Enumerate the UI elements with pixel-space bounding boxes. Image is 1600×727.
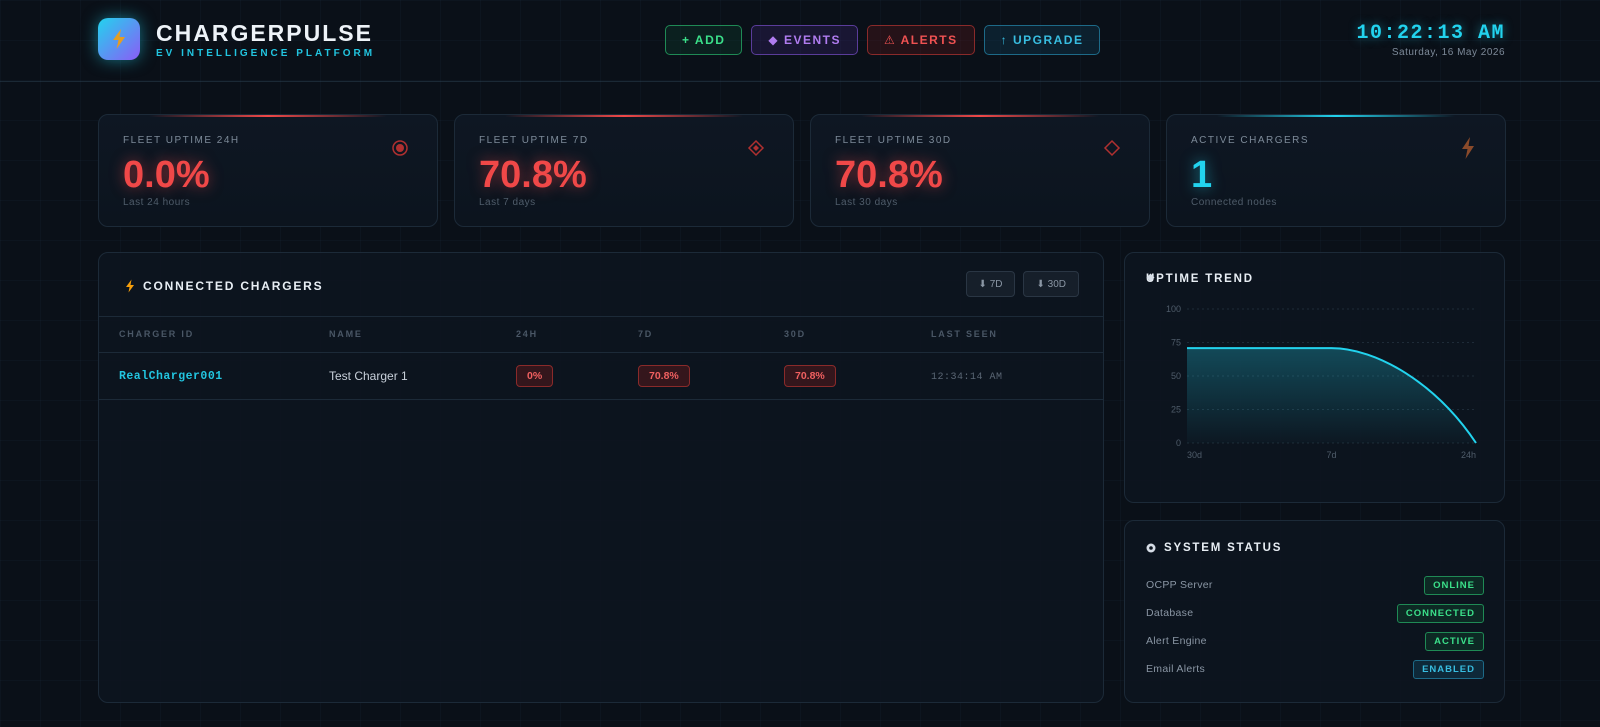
y-tick-label: 100: [1166, 304, 1181, 314]
top-nav: + ADD ◆ EVENTS ⚠ ALERTS ↑ UPGRADE: [665, 25, 1101, 55]
status-badge: ACTIVE: [1425, 631, 1484, 651]
status-row-alert-engine: Alert Engine ACTIVE: [1146, 627, 1484, 655]
uptime-trend-panel: UPTIME TREND 0 25 50 75 100 30d 7d 24h: [1124, 252, 1505, 503]
stat-sub: Last 24 hours: [123, 197, 191, 208]
stat-sub: Last 7 days: [479, 197, 536, 208]
diamond-outline-icon: [1101, 137, 1123, 159]
brand[interactable]: CHARGERPULSE EV INTELLIGENCE PLATFORM: [98, 18, 375, 60]
y-tick-label: 75: [1171, 338, 1181, 348]
column-header[interactable]: NAME: [329, 317, 516, 353]
clock-date: Saturday, 16 May 2026: [1391, 47, 1505, 58]
status-label: OCPP Server: [1146, 579, 1213, 591]
alerts-button[interactable]: ⚠ ALERTS: [866, 25, 975, 55]
lightning-bolt-icon: [1457, 137, 1479, 159]
events-button[interactable]: ◆ EVENTS: [751, 25, 858, 55]
stat-label: FLEET UPTIME 24H: [123, 135, 240, 146]
stat-card-uptime-30d: FLEET UPTIME 30D 70.8% Last 30 days: [810, 114, 1150, 227]
clock: 10:22:13 AM Saturday, 16 May 2026: [1356, 22, 1505, 58]
stat-value: 70.8%: [479, 154, 587, 196]
lightning-bolt-icon: [126, 279, 134, 293]
header: CHARGERPULSE EV INTELLIGENCE PLATFORM + …: [0, 0, 1600, 82]
export-7d-button[interactable]: ⬇ 7D: [965, 271, 1016, 297]
chargers-title: CONNECTED CHARGERS: [143, 279, 324, 293]
x-tick-label: 7d: [1326, 450, 1336, 460]
x-tick-label: 30d: [1187, 450, 1202, 460]
y-tick-label: 0: [1176, 438, 1181, 448]
status-label: Alert Engine: [1146, 635, 1207, 647]
column-header[interactable]: 30D: [784, 317, 931, 353]
y-tick-label: 25: [1171, 405, 1181, 415]
connected-chargers-panel: CONNECTED CHARGERS ⬇ 7D ⬇ 30D CHARGER ID…: [98, 252, 1104, 703]
status-badge: ONLINE: [1424, 575, 1484, 595]
table-header-row: CHARGER ID NAME 24H 7D 30D LAST SEEN: [99, 317, 1103, 353]
target-icon: [389, 137, 411, 159]
uptime-trend-chart: 0 25 50 75 100 30d 7d 24h: [1166, 304, 1477, 460]
x-tick-label: 24h: [1461, 450, 1476, 460]
system-status-panel: SYSTEM STATUS OCPP Server ONLINE Databas…: [1124, 520, 1505, 703]
status-row-email-alerts: Email Alerts ENABLED: [1146, 655, 1484, 683]
stat-value: 70.8%: [835, 154, 943, 196]
diamond-dot-icon: [745, 137, 767, 159]
uptime-7d-badge: 70.8%: [638, 364, 690, 387]
column-header[interactable]: LAST SEEN: [931, 317, 1103, 353]
status-badge: ENABLED: [1413, 659, 1484, 679]
stat-card-uptime-7d: FLEET UPTIME 7D 70.8% Last 7 days: [454, 114, 794, 227]
charger-name: Test Charger 1: [329, 352, 516, 400]
stat-sub: Connected nodes: [1191, 197, 1277, 208]
table-row[interactable]: RealCharger001 Test Charger 1 0% 70.8% 7…: [99, 352, 1103, 400]
status-row-database: Database CONNECTED: [1146, 599, 1484, 627]
column-header[interactable]: 24H: [516, 317, 638, 353]
stat-value: 0.0%: [123, 154, 210, 196]
trend-area: [1187, 348, 1476, 443]
status-label: Database: [1146, 607, 1194, 619]
status-row-ocpp: OCPP Server ONLINE: [1146, 571, 1484, 599]
chargers-table: CHARGER ID NAME 24H 7D 30D LAST SEEN Rea…: [99, 317, 1103, 400]
status-badge: CONNECTED: [1396, 603, 1484, 623]
export-30d-button[interactable]: ⬇ 30D: [1023, 271, 1079, 297]
uptime-24h-badge: 0%: [516, 364, 554, 387]
stat-label: ACTIVE CHARGERS: [1191, 135, 1310, 146]
status-title: SYSTEM STATUS: [1164, 542, 1283, 554]
status-label: Email Alerts: [1146, 663, 1206, 675]
panel-title: SYSTEM STATUS: [1146, 542, 1282, 554]
y-tick-label: 50: [1171, 371, 1181, 381]
column-header[interactable]: CHARGER ID: [99, 317, 329, 353]
last-seen: 12:34:14 AM: [931, 372, 1003, 383]
stat-sub: Last 30 days: [835, 197, 898, 208]
charger-id-link[interactable]: RealCharger001: [119, 370, 223, 383]
clock-time: 10:22:13 AM: [1356, 22, 1505, 45]
panel-title: CONNECTED CHARGERS: [125, 279, 323, 293]
uptime-30d-badge: 70.8%: [784, 364, 836, 387]
stat-card-uptime-24h: FLEET UPTIME 24H 0.0% Last 24 hours: [98, 114, 438, 227]
circle-status-icon: [1146, 543, 1156, 553]
upgrade-button[interactable]: ↑ UPGRADE: [983, 25, 1101, 55]
lightning-bolt-icon: [98, 18, 140, 60]
brand-title: CHARGERPULSE: [156, 19, 373, 46]
stat-card-active-chargers: ACTIVE CHARGERS 1 Connected nodes: [1166, 114, 1506, 227]
stat-label: FLEET UPTIME 30D: [835, 135, 952, 146]
add-button[interactable]: + ADD: [665, 25, 743, 55]
column-header[interactable]: 7D: [638, 317, 784, 353]
brand-subtitle: EV INTELLIGENCE PLATFORM: [156, 47, 376, 59]
stat-label: FLEET UPTIME 7D: [479, 135, 589, 146]
stat-value: 1: [1191, 154, 1213, 196]
